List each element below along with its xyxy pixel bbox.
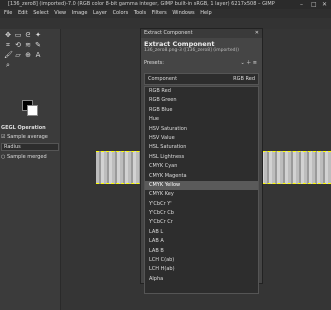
component-option[interactable]: CMYK Cyan	[145, 162, 258, 171]
dialog-close-icon[interactable]: ✕	[255, 29, 259, 38]
component-option[interactable]: HSL Lightness	[145, 153, 258, 162]
component-option[interactable]: CMYK Key	[145, 190, 258, 199]
sample-merged-checkbox[interactable]: ○ Sample merged	[1, 154, 59, 160]
warp-tool-icon[interactable]: ≋	[24, 41, 32, 49]
move-tool-icon[interactable]: ✥	[4, 31, 12, 39]
menu-colors[interactable]: Colors	[113, 10, 129, 16]
menubar: File Edit Select View Image Layer Colors…	[0, 9, 331, 18]
toolbox: ✥ ▭ ᘓ ✦ ⌗ ⟲ ≋ ✎ 🖌 ▱ ⊕ A ⌕ GEGL Operation…	[0, 29, 61, 310]
menu-filters[interactable]: Filters	[152, 10, 167, 16]
radius-field[interactable]: Radius	[1, 143, 59, 151]
component-option-selected[interactable]: CMYK Yellow	[145, 180, 258, 191]
component-label: Component	[148, 76, 178, 82]
background-color-swatch[interactable]	[27, 105, 38, 116]
close-icon[interactable]: ✕	[322, 0, 327, 9]
zoom-tool-icon[interactable]: ⌕	[4, 61, 12, 69]
component-option[interactable]: HSV Value	[145, 134, 258, 143]
menu-tools[interactable]: Tools	[134, 10, 146, 16]
component-option[interactable]: RGB Red	[145, 87, 258, 96]
component-option[interactable]: HSV Saturation	[145, 125, 258, 134]
menu-select[interactable]: Select	[33, 10, 48, 16]
paintbrush-tool-icon[interactable]: 🖌	[4, 51, 13, 59]
menu-windows[interactable]: Windows	[172, 10, 194, 16]
dialog-header: Extract Component 136_zero8.png-3 ([136_…	[141, 38, 262, 55]
presets-menu-icon[interactable]: ⌄ ＋ ≡	[240, 59, 257, 68]
window-titlebar: [136_zero8] (imported)-7.0 (RGB color 8-…	[0, 0, 331, 9]
eraser-tool-icon[interactable]: ▱	[14, 51, 22, 59]
dialog-title: Extract Component	[144, 30, 193, 36]
component-option[interactable]: CMYK Magenta	[145, 172, 258, 181]
dialog-heading: Extract Component	[144, 40, 215, 48]
menu-file[interactable]: File	[4, 10, 12, 16]
component-option[interactable]: LCH C(ab)	[145, 256, 258, 265]
component-option[interactable]: RGB Green	[145, 96, 258, 105]
dialog-subtitle: 136_zero8.png-3 ([136_zero8] (imported))	[144, 48, 240, 53]
menu-help[interactable]: Help	[200, 10, 211, 16]
component-dropdown-list: RGB Red RGB Green RGB Blue Hue HSV Satur…	[144, 86, 259, 294]
extract-component-dialog: Extract Component ✕ Extract Component 13…	[140, 28, 263, 294]
component-option[interactable]: Y'CbCr Y'	[145, 200, 258, 209]
clone-tool-icon[interactable]: ⊕	[24, 51, 32, 59]
fuzzy-select-tool-icon[interactable]: ✦	[34, 31, 42, 39]
component-option[interactable]: Y'CbCr Cr	[145, 218, 258, 227]
presets-row: Presets: ⌄ ＋ ≡	[144, 59, 259, 68]
sample-average-checkbox[interactable]: ☑ Sample average	[1, 134, 59, 140]
component-option[interactable]: LAB L	[145, 228, 258, 237]
menu-image[interactable]: Image	[72, 10, 88, 16]
component-option[interactable]: Alpha	[145, 275, 258, 284]
component-selector[interactable]: Component RGB Red	[144, 73, 259, 85]
component-option[interactable]: HSL Saturation	[145, 143, 258, 152]
paths-tool-icon[interactable]: ✎	[34, 41, 42, 49]
rect-select-tool-icon[interactable]: ▭	[14, 31, 22, 39]
lasso-tool-icon[interactable]: ᘓ	[24, 31, 32, 39]
component-option[interactable]: RGB Blue	[145, 106, 258, 115]
component-option[interactable]: Hue	[145, 115, 258, 124]
dialog-titlebar: Extract Component ✕	[141, 29, 262, 38]
crop-tool-icon[interactable]: ⌗	[4, 41, 12, 49]
maximize-icon[interactable]: □	[311, 0, 317, 9]
component-option[interactable]: LAB A	[145, 237, 258, 246]
menu-edit[interactable]: Edit	[18, 10, 28, 16]
window-title: [136_zero8] (imported)-7.0 (RGB color 8-…	[8, 1, 275, 7]
minimize-icon[interactable]: –	[300, 0, 303, 9]
component-value: RGB Red	[233, 76, 255, 82]
tool-options-title: GEGL Operation	[1, 125, 46, 131]
menu-view[interactable]: View	[54, 10, 66, 16]
component-option[interactable]: LAB B	[145, 247, 258, 256]
component-option[interactable]: Y'CbCr Cb	[145, 209, 258, 218]
transform-tool-icon[interactable]: ⟲	[14, 41, 22, 49]
component-option[interactable]: LCH H(ab)	[145, 265, 258, 274]
tool-options-panel: GEGL Operation ☑ Sample average Radius ○…	[1, 123, 59, 160]
menu-layer[interactable]: Layer	[93, 10, 107, 16]
presets-label: Presets:	[144, 60, 164, 66]
text-tool-icon[interactable]: A	[34, 51, 42, 59]
